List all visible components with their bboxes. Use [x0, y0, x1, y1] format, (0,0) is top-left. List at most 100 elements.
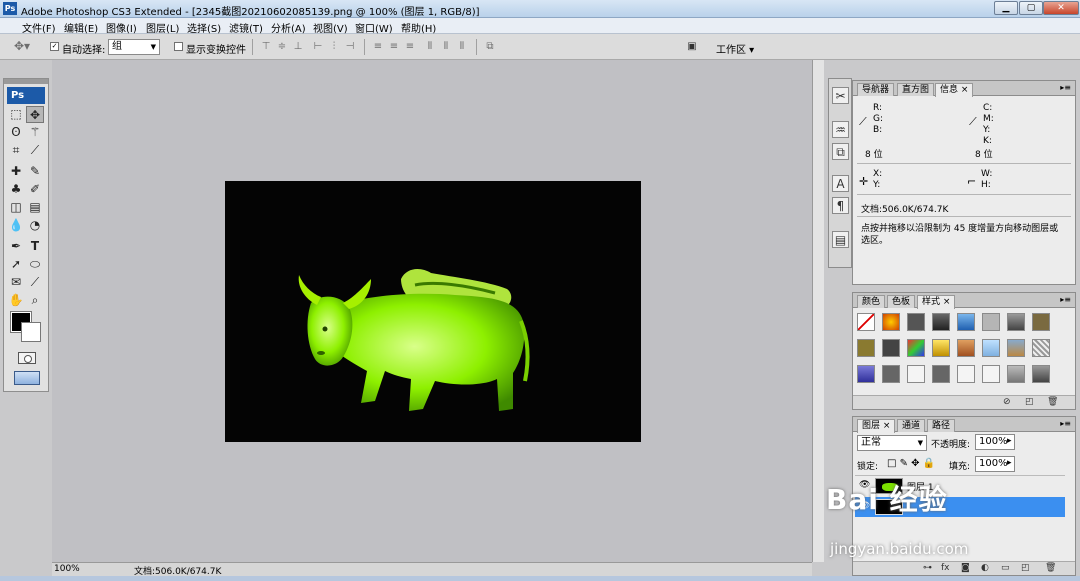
tab-histogram[interactable]: 直方图 — [897, 83, 935, 96]
menu-select[interactable]: 选择(S) — [187, 20, 221, 35]
auto-align-icon[interactable]: ⧉ — [484, 41, 496, 52]
document-canvas[interactable] — [225, 181, 641, 442]
lasso-tool-icon[interactable]: ʘ — [7, 124, 25, 141]
menu-edit[interactable]: 编辑(E) — [64, 20, 98, 35]
panel-menu-icon[interactable]: ▸≡ — [1060, 419, 1071, 428]
layer-style-icon[interactable]: fx — [941, 563, 950, 573]
tab-color[interactable]: 颜色 — [857, 295, 886, 308]
opacity-slider-arrow-icon[interactable]: ▸ — [1007, 436, 1012, 446]
notes-tool-icon[interactable]: ✉ — [7, 274, 25, 291]
style-swatch[interactable] — [882, 365, 900, 383]
style-swatch[interactable] — [907, 339, 925, 357]
style-swatch[interactable] — [857, 313, 875, 331]
align-vcenter-icon[interactable]: ≑ — [276, 41, 288, 52]
tab-info[interactable]: 信息 × — [935, 83, 974, 97]
workspace-menu[interactable]: 工作区 ▾ — [716, 41, 754, 56]
blend-mode-dropdown[interactable]: 正常 ▼ — [857, 435, 927, 451]
type-tool-icon[interactable]: T — [26, 238, 44, 255]
adjustment-layer-icon[interactable]: ◐ — [981, 563, 989, 573]
slice-tool-icon[interactable]: ⟋ — [26, 142, 44, 159]
menu-view[interactable]: 视图(V) — [313, 20, 348, 35]
zoom-level[interactable]: 100% — [54, 564, 80, 574]
new-layer-icon[interactable]: ◰ — [1021, 563, 1030, 573]
zoom-tool-icon[interactable]: ⌕ — [26, 292, 44, 309]
link-layers-icon[interactable]: ⊶ — [923, 563, 932, 573]
tab-swatches[interactable]: 色板 — [887, 295, 916, 308]
move-tool-preset-icon[interactable]: ✥▾ — [10, 40, 34, 52]
style-swatch[interactable] — [982, 313, 1000, 331]
align-bottom-icon[interactable]: ⊥ — [292, 41, 304, 52]
style-swatch[interactable] — [932, 339, 950, 357]
menu-image[interactable]: 图像(I) — [106, 20, 137, 35]
maximize-button[interactable]: ▢ — [1019, 1, 1043, 15]
clone-source-icon[interactable]: ⧉ — [832, 143, 849, 160]
tab-styles[interactable]: 样式 × — [917, 295, 956, 309]
style-swatch[interactable] — [1007, 339, 1025, 357]
brush-tool-icon[interactable]: ✎ — [26, 163, 44, 180]
style-swatch[interactable] — [1007, 313, 1025, 331]
distribute-top-icon[interactable]: ≡ — [372, 41, 384, 52]
style-swatch[interactable] — [957, 365, 975, 383]
style-swatch[interactable] — [857, 365, 875, 383]
tab-navigator[interactable]: 导航器 — [857, 83, 895, 96]
distribute-bottom-icon[interactable]: ≡ — [404, 41, 416, 52]
screen-mode-button[interactable] — [14, 371, 40, 385]
style-swatch[interactable] — [1032, 365, 1050, 383]
distribute-right-icon[interactable]: ⦀ — [456, 41, 468, 52]
layer-comps-icon[interactable]: ▤ — [832, 231, 849, 248]
style-swatch[interactable] — [932, 365, 950, 383]
delete-layer-icon[interactable]: 🗑 — [1045, 563, 1056, 573]
auto-select-checkbox[interactable]: ✓ — [50, 42, 59, 51]
distribute-left-icon[interactable]: ⦀ — [424, 41, 436, 52]
dodge-tool-icon[interactable]: ◔ — [26, 217, 44, 234]
pen-tool-icon[interactable]: ✒ — [7, 238, 25, 255]
clear-style-icon[interactable]: ⊘ — [1003, 397, 1011, 407]
menu-layer[interactable]: 图层(L) — [146, 20, 179, 35]
canvas-scrollbar[interactable] — [812, 60, 824, 562]
style-swatch[interactable] — [1032, 339, 1050, 357]
distribute-vcenter-icon[interactable]: ≡ — [388, 41, 400, 52]
delete-style-icon[interactable]: 🗑 — [1047, 397, 1058, 407]
new-group-icon[interactable]: ▭ — [1001, 563, 1010, 573]
style-swatch[interactable] — [957, 339, 975, 357]
healing-brush-icon[interactable]: ✚ — [7, 163, 25, 180]
style-swatch[interactable] — [982, 339, 1000, 357]
new-style-icon[interactable]: ◰ — [1025, 397, 1034, 407]
tab-layers[interactable]: 图层 × — [857, 419, 896, 433]
background-color-swatch[interactable] — [21, 322, 41, 342]
style-swatch[interactable] — [857, 339, 875, 357]
style-swatch[interactable] — [957, 313, 975, 331]
style-swatch[interactable] — [882, 339, 900, 357]
auto-select-dropdown[interactable]: 组 ▼ — [108, 39, 160, 55]
paragraph-icon[interactable]: ¶ — [832, 197, 849, 214]
hand-tool-icon[interactable]: ✋ — [7, 292, 25, 309]
style-swatch[interactable] — [1007, 365, 1025, 383]
close-button[interactable]: ✕ — [1043, 1, 1079, 15]
brushes-icon[interactable]: ♒ — [832, 121, 849, 138]
menu-filter[interactable]: 滤镜(T) — [229, 20, 263, 35]
style-swatch[interactable] — [932, 313, 950, 331]
quick-mask-button[interactable] — [18, 352, 36, 364]
style-swatch[interactable] — [1032, 313, 1050, 331]
tools-preset-icon[interactable]: ✂ — [832, 87, 849, 104]
style-swatch[interactable] — [882, 313, 900, 331]
move-tool-icon[interactable]: ✥ — [26, 106, 44, 123]
menu-file[interactable]: 文件(F) — [22, 20, 56, 35]
align-top-icon[interactable]: ⊤ — [260, 41, 272, 52]
align-right-icon[interactable]: ⊣ — [344, 41, 356, 52]
eyedropper-tool-icon[interactable]: ⟋ — [26, 274, 44, 291]
marquee-tool-icon[interactable]: ⬚ — [7, 106, 25, 123]
style-swatch[interactable] — [982, 365, 1000, 383]
style-swatch[interactable] — [907, 365, 925, 383]
eraser-tool-icon[interactable]: ◫ — [7, 199, 25, 216]
fill-slider-arrow-icon[interactable]: ▸ — [1007, 458, 1012, 468]
add-mask-icon[interactable]: ◙ — [961, 563, 970, 573]
toolbox-grip[interactable] — [4, 79, 48, 84]
distribute-hcenter-icon[interactable]: ⦀ — [440, 41, 452, 52]
path-select-icon[interactable]: ➚ — [7, 256, 25, 273]
tab-channels[interactable]: 通道 — [897, 419, 926, 432]
magic-wand-tool-icon[interactable]: ⚚ — [26, 124, 44, 141]
history-brush-icon[interactable]: ✐ — [26, 181, 44, 198]
panel-menu-icon[interactable]: ▸≡ — [1060, 295, 1071, 304]
style-swatch[interactable] — [907, 313, 925, 331]
